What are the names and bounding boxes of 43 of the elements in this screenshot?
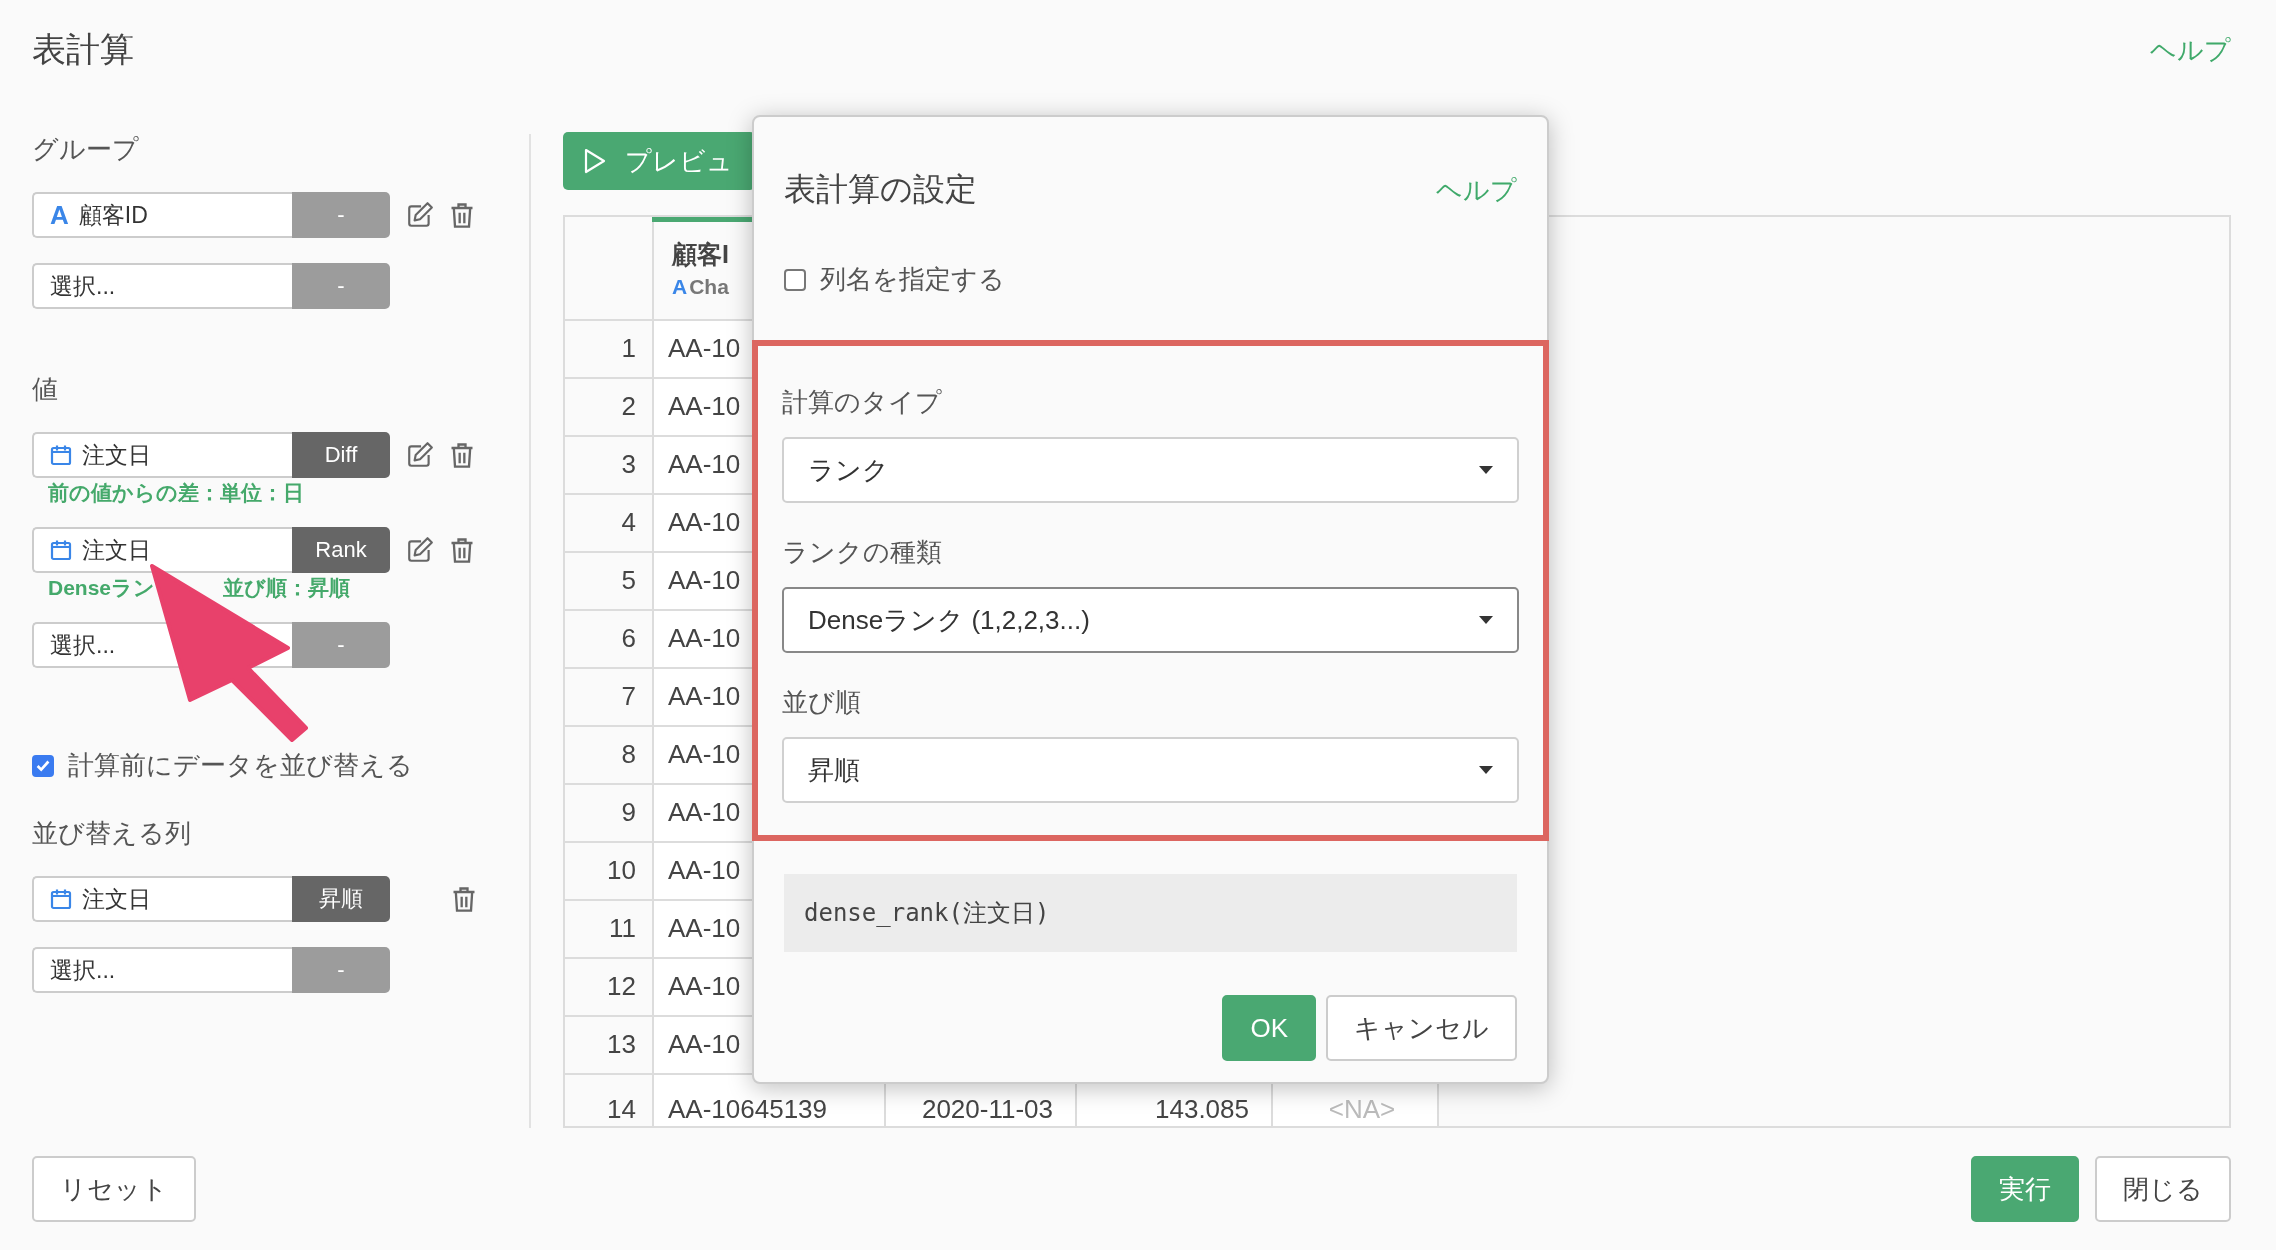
section-heading: 値 [32,374,58,404]
calendar-icon [50,888,72,910]
text-type-icon: A [672,275,688,298]
field-label: 並び順 [782,686,862,719]
section-heading: グループ [32,134,139,164]
caret-icon [1479,616,1493,624]
column-name: 顧客I [672,239,730,270]
calculation-note: Denseラン [48,576,156,600]
checkbox-label[interactable]: 計算前にデータを並び替える [68,748,413,783]
column-selector[interactable]: 注文日 [32,876,292,922]
column-type: Cha [689,275,729,298]
caret-icon [1479,466,1493,474]
calendar-icon [50,444,72,466]
checkbox[interactable] [784,268,806,291]
column-selector[interactable]: 選択... [32,263,292,309]
dropdown[interactable]: 昇順 [782,737,1519,803]
column-selector[interactable]: 注文日 [32,432,292,478]
edit-icon[interactable] [406,536,434,564]
calculation-button[interactable]: 昇順 [292,876,390,922]
text-type-icon: A [50,199,69,231]
calendar-icon [50,539,72,561]
column-selector[interactable]: 注文日 [32,527,292,573]
secondary-button[interactable]: 閉じる [2095,1156,2231,1222]
dropdown[interactable]: ランク [782,437,1519,503]
play-icon [583,148,607,174]
secondary-button[interactable]: リセット [32,1156,196,1222]
expression-preview: dense_rank(注文日) [784,874,1517,952]
edit-icon[interactable] [406,201,434,229]
calculation-button[interactable]: Rank [292,527,390,573]
dropdown[interactable]: Denseランク (1,2,2,3...) [782,587,1519,653]
cancel-button[interactable]: キャンセル [1326,995,1517,1061]
section-heading: 並び替える列 [32,818,191,848]
column-selector[interactable]: 選択... [32,947,292,993]
calculation-note: 並び順：昇順 [223,576,351,600]
calculation-button[interactable]: Diff [292,432,390,478]
page-title: 表計算 [32,29,134,70]
dialog-title: 表計算の設定 [784,170,977,209]
edit-icon[interactable] [406,441,434,469]
checkbox[interactable] [32,754,54,777]
column-selector[interactable]: A 顧客ID [32,192,292,238]
checkbox-label[interactable]: 列名を指定する [820,262,1005,297]
calculation-note: 前の値からの差：単位：日 [48,481,304,505]
caret-icon [1479,766,1493,774]
